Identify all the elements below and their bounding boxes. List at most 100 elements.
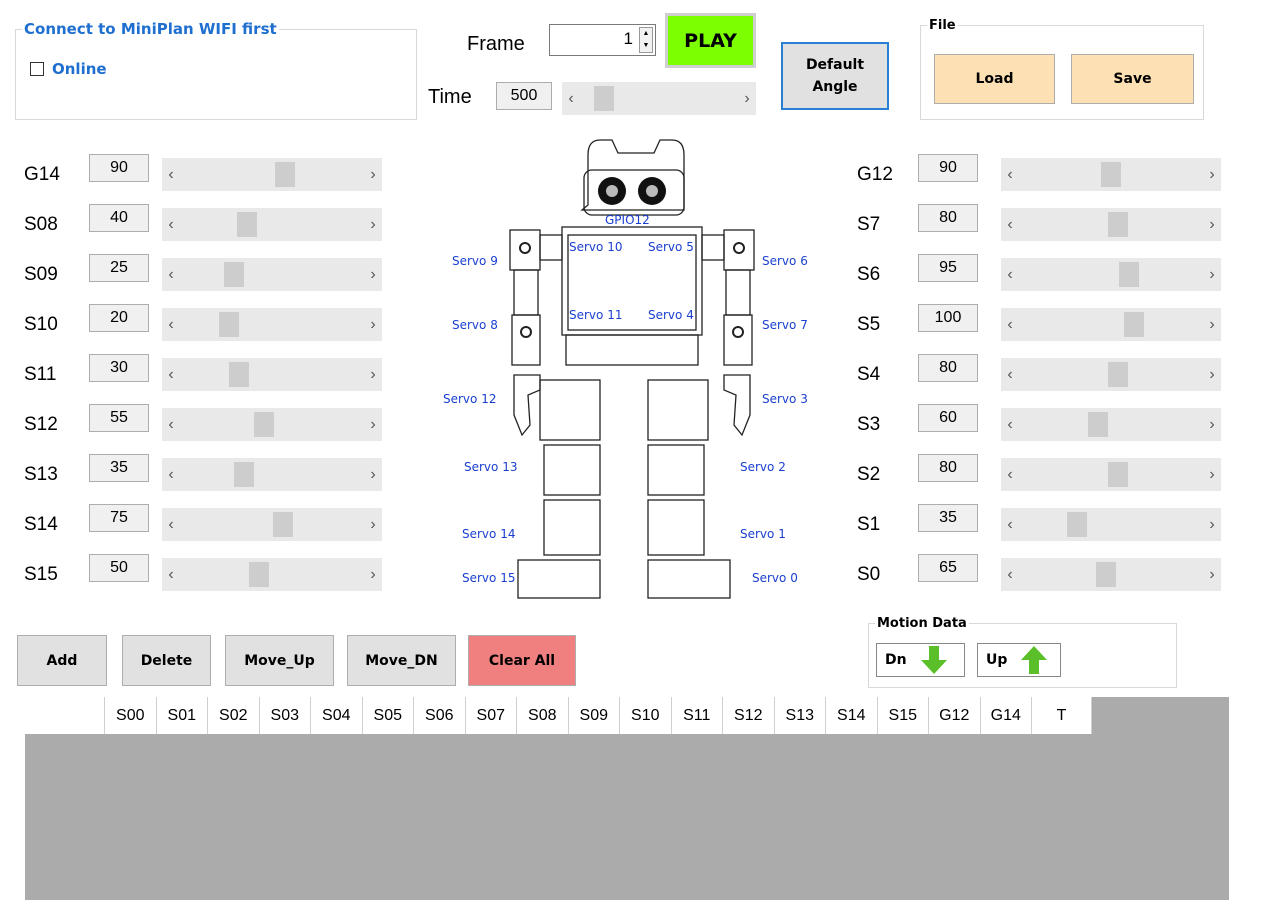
slider-right-arrow[interactable]: › [364,158,382,191]
grid-corner-cell[interactable] [25,697,105,734]
left-servo-slider[interactable]: ‹ › [162,408,382,441]
slider-right-arrow[interactable]: › [364,308,382,341]
slider-left-arrow[interactable]: ‹ [1001,508,1019,541]
left-servo-value[interactable]: 50 [89,554,149,582]
slider-thumb[interactable] [1119,262,1139,287]
slider-left-arrow[interactable]: ‹ [162,158,180,191]
right-servo-slider[interactable]: ‹ › [1001,308,1221,341]
slider-thumb[interactable] [1124,312,1144,337]
right-servo-slider[interactable]: ‹ › [1001,558,1221,591]
slider-thumb[interactable] [1096,562,1116,587]
time-value[interactable]: 500 [496,82,552,110]
slider-thumb[interactable] [249,562,269,587]
slider-left-arrow[interactable]: ‹ [562,82,580,115]
slider-right-arrow[interactable]: › [364,208,382,241]
grid-column-header[interactable]: S10 [620,697,672,734]
slider-right-arrow[interactable]: › [364,458,382,491]
right-servo-value[interactable]: 90 [918,154,978,182]
add-button[interactable]: Add [17,635,107,686]
grid-column-header[interactable]: S08 [517,697,569,734]
left-servo-value[interactable]: 75 [89,504,149,532]
slider-left-arrow[interactable]: ‹ [1001,208,1019,241]
slider-thumb[interactable] [1101,162,1121,187]
grid-column-header[interactable]: S11 [672,697,723,734]
grid-column-header[interactable]: S13 [775,697,826,734]
slider-right-arrow[interactable]: › [738,82,756,115]
play-button[interactable]: PLAY [665,13,756,68]
slider-left-arrow[interactable]: ‹ [162,258,180,291]
motion-up-button[interactable]: Up [977,643,1061,677]
grid-column-header[interactable]: S00 [105,697,157,734]
right-servo-value[interactable]: 80 [918,454,978,482]
time-slider[interactable]: ‹ › [562,82,756,115]
grid-column-header[interactable]: T [1032,697,1092,734]
motion-down-button[interactable]: Dn [876,643,965,677]
left-servo-slider[interactable]: ‹ › [162,308,382,341]
slider-right-arrow[interactable]: › [364,508,382,541]
checkbox-box[interactable] [30,62,44,76]
slider-left-arrow[interactable]: ‹ [162,508,180,541]
right-servo-slider[interactable]: ‹ › [1001,508,1221,541]
slider-left-arrow[interactable]: ‹ [1001,408,1019,441]
right-servo-value[interactable]: 35 [918,504,978,532]
slider-right-arrow[interactable]: › [364,558,382,591]
slider-thumb[interactable] [1108,212,1128,237]
left-servo-value[interactable]: 55 [89,404,149,432]
right-servo-value[interactable]: 80 [918,204,978,232]
slider-right-arrow[interactable]: › [1203,558,1221,591]
move-dn-button[interactable]: Move_DN [347,635,456,686]
grid-column-header[interactable]: S03 [260,697,311,734]
slider-right-arrow[interactable]: › [1203,458,1221,491]
slider-thumb[interactable] [229,362,249,387]
clear-all-button[interactable]: Clear All [468,635,576,686]
right-servo-value[interactable]: 65 [918,554,978,582]
slider-left-arrow[interactable]: ‹ [1001,458,1019,491]
slider-thumb[interactable] [237,212,257,237]
slider-thumb[interactable] [234,462,254,487]
slider-left-arrow[interactable]: ‹ [1001,358,1019,391]
right-servo-slider[interactable]: ‹ › [1001,208,1221,241]
slider-thumb[interactable] [594,86,614,111]
left-servo-value[interactable]: 25 [89,254,149,282]
slider-left-arrow[interactable]: ‹ [1001,308,1019,341]
slider-left-arrow[interactable]: ‹ [162,458,180,491]
slider-thumb[interactable] [219,312,239,337]
grid-column-header[interactable]: S01 [157,697,208,734]
slider-thumb[interactable] [273,512,293,537]
left-servo-value[interactable]: 30 [89,354,149,382]
slider-right-arrow[interactable]: › [1203,158,1221,191]
right-servo-value[interactable]: 95 [918,254,978,282]
left-servo-slider[interactable]: ‹ › [162,508,382,541]
left-servo-slider[interactable]: ‹ › [162,458,382,491]
slider-left-arrow[interactable]: ‹ [162,308,180,341]
slider-right-arrow[interactable]: › [1203,508,1221,541]
right-servo-slider[interactable]: ‹ › [1001,358,1221,391]
grid-column-header[interactable]: S15 [878,697,929,734]
left-servo-value[interactable]: 90 [89,154,149,182]
grid-column-header[interactable]: S09 [569,697,620,734]
grid-column-header[interactable]: S07 [466,697,517,734]
left-servo-value[interactable]: 20 [89,304,149,332]
slider-thumb[interactable] [275,162,295,187]
slider-thumb[interactable] [1067,512,1087,537]
right-servo-value[interactable]: 100 [918,304,978,332]
slider-right-arrow[interactable]: › [1203,208,1221,241]
load-button[interactable]: Load [934,54,1055,104]
slider-left-arrow[interactable]: ‹ [1001,558,1019,591]
right-servo-slider[interactable]: ‹ › [1001,408,1221,441]
left-servo-slider[interactable]: ‹ › [162,558,382,591]
slider-thumb[interactable] [1088,412,1108,437]
slider-thumb[interactable] [1108,362,1128,387]
slider-thumb[interactable] [254,412,274,437]
default-angle-button[interactable]: Default Angle [781,42,889,110]
grid-column-header[interactable]: G12 [929,697,981,734]
grid-column-header[interactable]: S02 [208,697,260,734]
save-button[interactable]: Save [1071,54,1194,104]
left-servo-slider[interactable]: ‹ › [162,208,382,241]
right-servo-slider[interactable]: ‹ › [1001,458,1221,491]
slider-left-arrow[interactable]: ‹ [1001,258,1019,291]
grid-column-header[interactable]: S04 [311,697,363,734]
grid-column-header[interactable]: S12 [723,697,775,734]
slider-left-arrow[interactable]: ‹ [162,208,180,241]
right-servo-value[interactable]: 60 [918,404,978,432]
